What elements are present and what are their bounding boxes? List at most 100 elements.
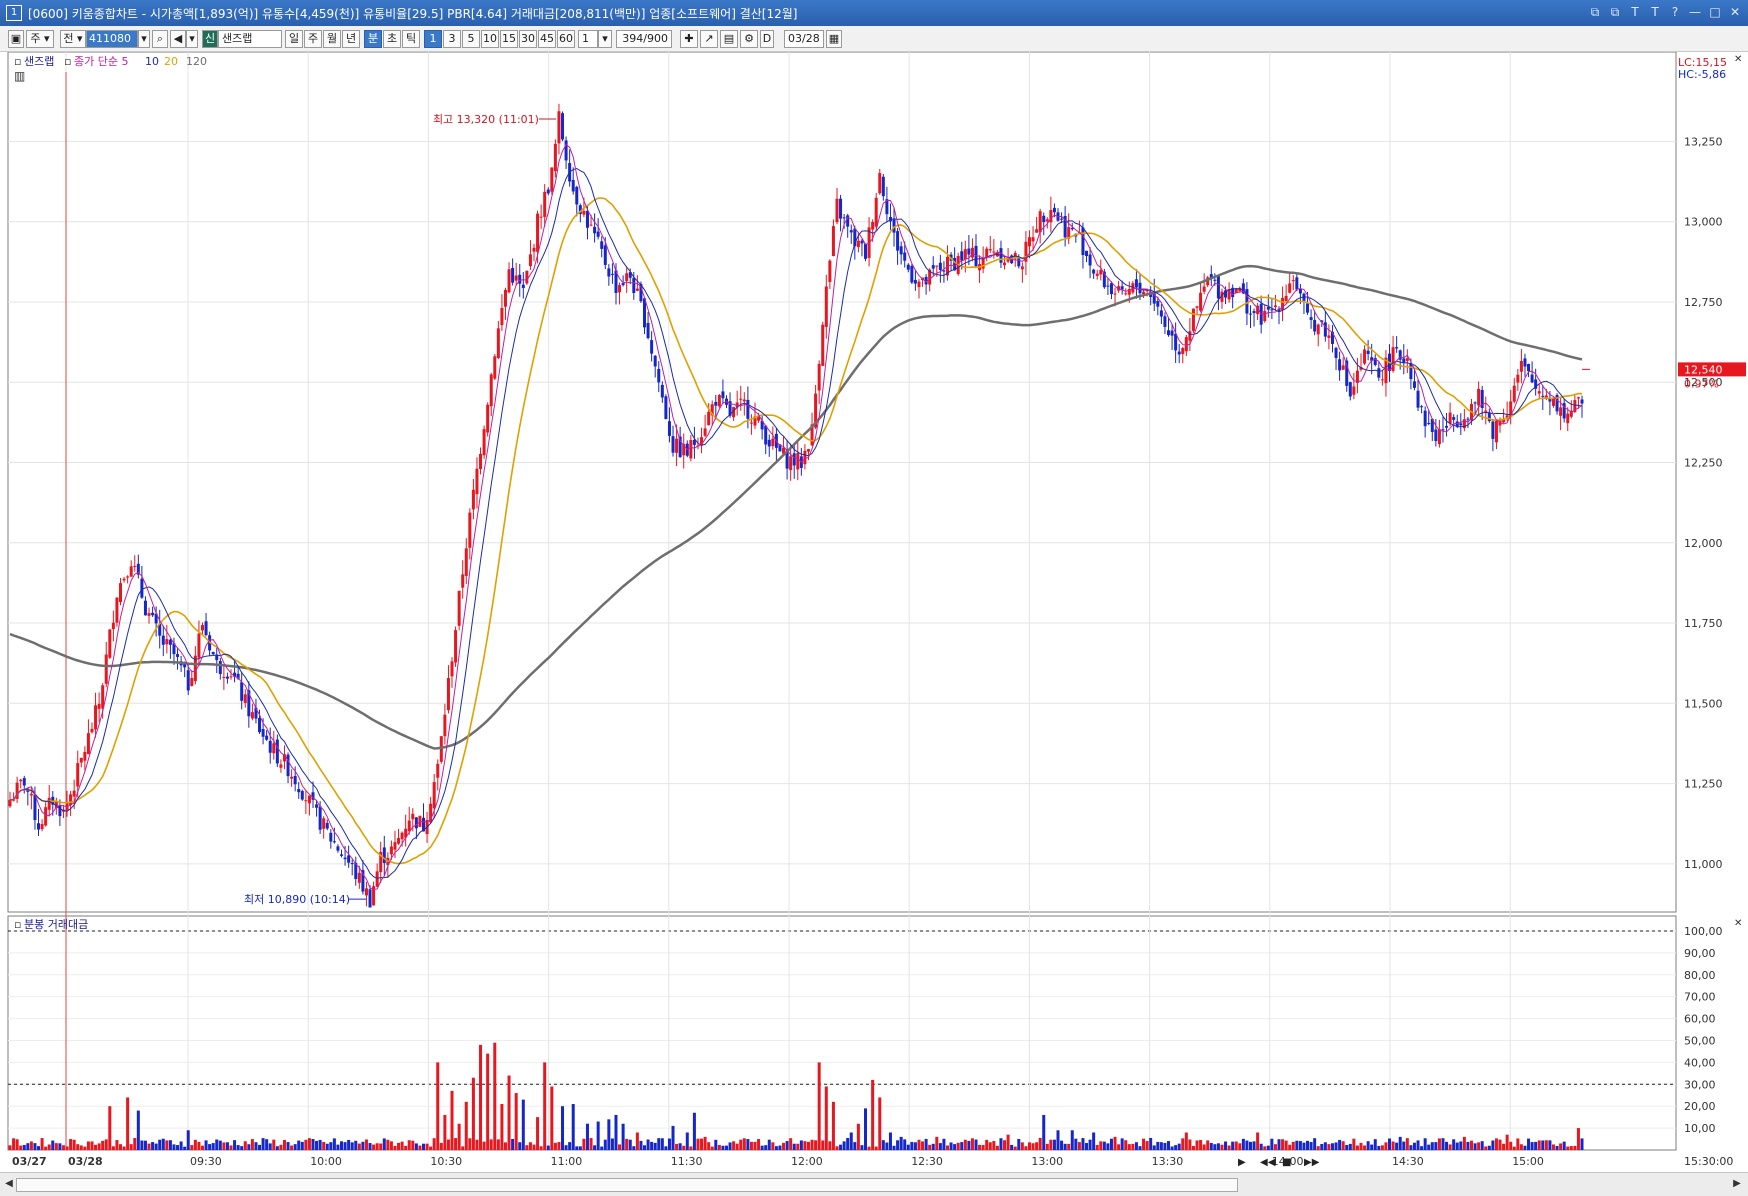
horizontal-scrollbar[interactable]: ◀ ▶ — [0, 1172, 1748, 1196]
volume-bar — [1145, 1141, 1149, 1150]
candle-body — [970, 247, 974, 258]
count-field[interactable]: 394/900 — [616, 30, 672, 48]
title-bar: 1 [0600] 키움종합차트 - 시가총액[1,893(억)] 유통수[4,4… — [0, 0, 1748, 26]
candle-body — [1060, 218, 1064, 220]
volume-bar — [479, 1044, 483, 1150]
text-icon[interactable]: T — [1648, 4, 1662, 20]
interval-3[interactable]: 3 — [443, 30, 461, 48]
candle-body — [290, 776, 294, 779]
volume-bar — [1391, 1141, 1395, 1150]
volume-bar — [1338, 1139, 1342, 1150]
volume-bar — [1537, 1140, 1541, 1150]
candle-body — [1405, 358, 1409, 361]
period-second[interactable]: 초 — [383, 30, 401, 48]
volume-bar — [817, 1062, 821, 1150]
speaker-dropdown-icon[interactable]: ▾ — [186, 30, 198, 48]
save-icon[interactable]: ▤ — [720, 30, 738, 48]
interval-60[interactable]: 60 — [557, 30, 575, 48]
volume-bar — [1131, 1143, 1135, 1150]
scroll-left-icon[interactable]: ◀ — [2, 1177, 16, 1191]
candle-body — [397, 838, 401, 844]
candle-body — [293, 775, 297, 785]
minimize-icon[interactable]: — — [1688, 4, 1702, 20]
volume-bar — [1270, 1138, 1274, 1150]
volume-bar — [76, 1144, 80, 1150]
scroll-thumb[interactable] — [16, 1178, 1238, 1192]
volume-bar — [240, 1146, 244, 1150]
time-axis-label: 15:00 — [1512, 1155, 1544, 1168]
scroll-right-icon[interactable]: ▶ — [1730, 1177, 1744, 1191]
code-dropdown-icon[interactable]: ▾ — [138, 30, 150, 48]
stock-name-field[interactable]: 샌즈랩 — [218, 30, 282, 48]
candle-body — [126, 576, 130, 578]
candle-body — [1181, 348, 1185, 355]
speaker-icon[interactable]: ◀ — [170, 30, 186, 48]
d-icon[interactable]: D — [760, 30, 774, 48]
interval-5[interactable]: 5 — [462, 30, 480, 48]
close-icon[interactable]: ✕ — [1728, 4, 1742, 20]
volume-bar — [1056, 1130, 1060, 1150]
candle-body — [528, 254, 532, 267]
period-week[interactable]: 주 — [304, 30, 322, 48]
period-month[interactable]: 월 — [323, 30, 341, 48]
candle-body — [935, 265, 939, 267]
window-number-badge[interactable]: 1 — [6, 5, 22, 21]
period-day[interactable]: 일 — [285, 30, 303, 48]
candle-body — [40, 824, 44, 830]
period-year[interactable]: 년 — [342, 30, 360, 48]
link-icon[interactable]: ⧉ — [1588, 4, 1602, 20]
interval-10[interactable]: 10 — [481, 30, 499, 48]
volume-bar — [1448, 1144, 1452, 1150]
candle-body — [97, 703, 101, 709]
interval-dropdown-icon[interactable]: ▾ — [598, 30, 612, 48]
candle-body — [1216, 275, 1220, 299]
volume-tick-label: 50,00 — [1684, 1034, 1716, 1047]
chart-area[interactable]: 13,25013,00012,75012,50012,25012,00011,7… — [0, 52, 1748, 1172]
volume-bar — [44, 1146, 48, 1150]
volume-bar — [1469, 1140, 1473, 1150]
maximize-icon[interactable]: □ — [1708, 4, 1722, 20]
interval-30[interactable]: 30 — [519, 30, 537, 48]
volume-bar — [992, 1141, 996, 1150]
volume-bar — [1430, 1142, 1434, 1150]
interval-1[interactable]: 1 — [424, 30, 442, 48]
period-minute[interactable]: 분 — [364, 30, 382, 48]
volume-bar — [970, 1138, 974, 1150]
crosshair-icon[interactable]: ✚ — [680, 30, 698, 48]
volume-bar — [764, 1145, 768, 1150]
calendar-icon[interactable]: ▦ — [826, 30, 842, 48]
candle-body — [1088, 254, 1092, 266]
help-icon[interactable]: ? — [1668, 4, 1682, 20]
volume-bar — [357, 1143, 361, 1150]
interval-15[interactable]: 15 — [500, 30, 518, 48]
candle-body — [1316, 324, 1320, 335]
market-select[interactable]: 주 ▾ — [26, 30, 54, 48]
interval-input[interactable]: 1 — [578, 30, 598, 48]
market-all-select[interactable]: 전 ▾ — [60, 30, 86, 48]
date-field[interactable]: 03/28 — [784, 30, 824, 48]
interval-45[interactable]: 45 — [538, 30, 556, 48]
trendline-icon[interactable]: ↗ — [700, 30, 718, 48]
search-icon[interactable]: ⌕ — [152, 30, 168, 48]
volume-tick-label: 40,00 — [1684, 1056, 1716, 1069]
volume-bar — [361, 1141, 365, 1150]
volume-bar — [8, 1145, 12, 1150]
volume-bar — [186, 1130, 190, 1150]
period-tick[interactable]: 틱 — [402, 30, 420, 48]
candle-body — [1273, 305, 1277, 308]
volume-bar — [1017, 1138, 1021, 1150]
candle-body — [454, 630, 458, 663]
candle-body — [600, 241, 604, 249]
stock-code-input[interactable]: 411080 — [86, 30, 138, 48]
volume-bar — [603, 1139, 607, 1150]
volume-bar — [1013, 1146, 1017, 1150]
candle-body — [742, 399, 746, 402]
candle-body — [261, 729, 265, 737]
candle-body — [1313, 320, 1317, 332]
volume-bar — [1516, 1138, 1520, 1150]
candle-body — [44, 807, 48, 826]
gear-icon[interactable]: ⚙ — [740, 30, 758, 48]
layout-icon[interactable]: ▣ — [8, 30, 24, 48]
text-size-icon[interactable]: T — [1628, 4, 1642, 20]
copy-icon[interactable]: ⧉ — [1608, 4, 1622, 20]
